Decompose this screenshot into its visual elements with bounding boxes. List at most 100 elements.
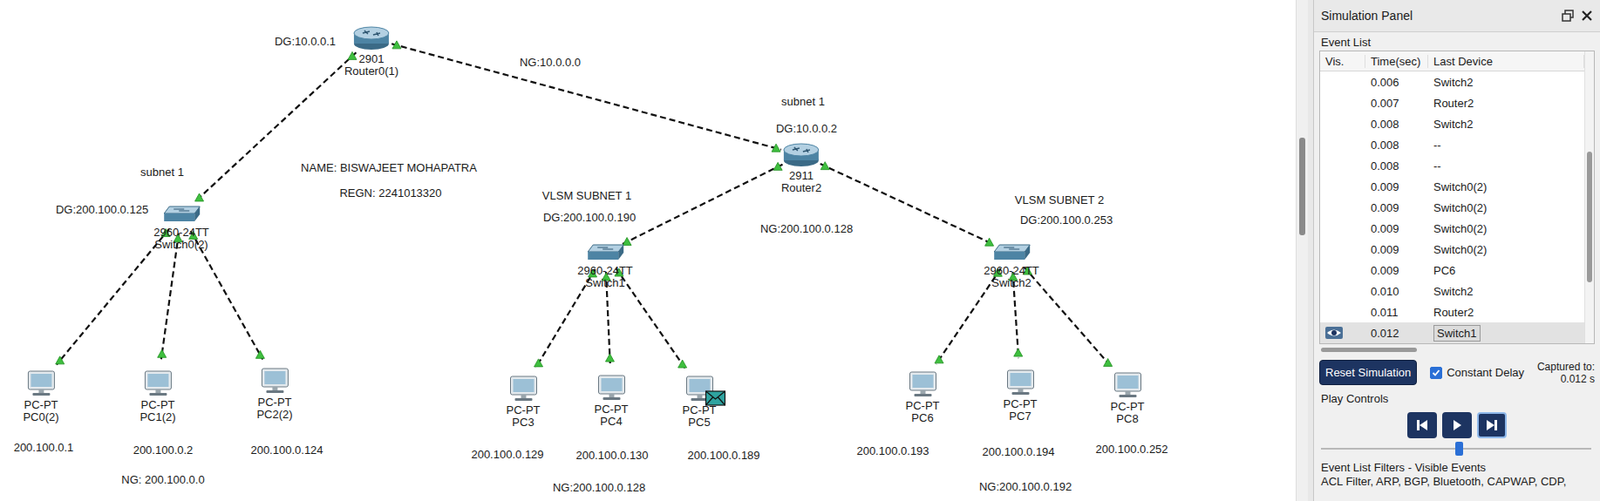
table-scrollbar[interactable] — [1584, 51, 1594, 344]
reset-button[interactable]: Reset Simulation — [1319, 360, 1417, 386]
scroll-thumb[interactable] — [1586, 151, 1593, 283]
back-button[interactable] — [1407, 412, 1437, 439]
link[interactable] — [161, 233, 179, 360]
link[interactable] — [616, 268, 687, 369]
device-icon-wrap — [683, 374, 715, 403]
column-header[interactable]: Vis. — [1320, 54, 1366, 69]
check-icon — [1431, 368, 1441, 378]
device-text: Switch0(2) — [1433, 201, 1487, 215]
device-model: PC-PT — [594, 403, 629, 416]
checkbox[interactable] — [1429, 367, 1443, 380]
column-header[interactable]: Time(sec) — [1365, 54, 1429, 69]
event-row[interactable]: 0.012Switch1 — [1320, 322, 1585, 344]
checkbox-label: Constant Delay — [1446, 366, 1525, 380]
port-status-icon — [605, 354, 614, 362]
note-label: NG:200.100.0.192 — [977, 480, 1074, 494]
note-label: DG:200.100.0.253 — [1018, 213, 1115, 227]
pc-node[interactable]: PC-PTPC2(2) — [256, 367, 293, 422]
forward-button[interactable] — [1477, 412, 1507, 439]
play-icon — [1450, 418, 1464, 433]
router-icon — [352, 26, 391, 51]
port-status-icon — [392, 40, 402, 49]
envelope-icon — [704, 390, 726, 407]
canvas-scrollbar[interactable] — [1295, 0, 1308, 501]
device-icon-wrap — [25, 369, 57, 398]
device-name: PC4 — [599, 415, 622, 429]
port-status-icon — [771, 143, 781, 152]
link[interactable] — [1023, 267, 1111, 368]
device-cell: Switch2 — [1428, 117, 1585, 131]
pc-node[interactable]: PC-PTPC6 — [905, 370, 940, 425]
event-row[interactable]: 0.010Switch2 — [1320, 280, 1585, 302]
pc-icon — [1111, 371, 1144, 400]
switch-icon — [585, 243, 626, 263]
event-row[interactable]: 0.008Switch2 — [1320, 113, 1585, 135]
link[interactable] — [195, 52, 356, 202]
port-status-icon — [622, 238, 632, 246]
window-controls — [1561, 9, 1594, 22]
note-label: DG:10.0.0.2 — [774, 122, 839, 136]
pc-icon — [1004, 368, 1036, 397]
table-hscrollbar[interactable] — [1319, 346, 1595, 354]
restore-icon[interactable] — [1561, 9, 1574, 22]
event-row[interactable]: 0.009 Switch0(2) — [1320, 197, 1585, 218]
forward-icon — [1484, 418, 1499, 433]
pc-node[interactable]: PC-PTPC3 — [506, 374, 541, 429]
switch-icon — [585, 243, 626, 263]
pc-node[interactable]: PC-PTPC5 — [682, 374, 717, 429]
pc-node[interactable]: PC-PTPC4 — [594, 374, 629, 429]
pc-node[interactable]: PC-PTPC0(2) — [22, 369, 59, 424]
note-label: NG: 200.100.0.0 — [119, 473, 206, 487]
slider-track[interactable] — [1320, 448, 1592, 450]
play-buttons — [1314, 407, 1600, 441]
scroll-thumb[interactable] — [1299, 137, 1306, 236]
pc-node[interactable]: PC-PTPC7 — [1003, 368, 1038, 423]
time-cell: 0.009 — [1365, 222, 1429, 236]
router-node[interactable]: 2901Router0(1) — [344, 26, 399, 78]
link[interactable] — [391, 43, 782, 150]
switch-icon — [161, 204, 202, 225]
device-text: Router2 — [1433, 96, 1474, 110]
close-icon[interactable] — [1580, 9, 1594, 22]
play-button[interactable] — [1442, 412, 1472, 439]
pc-icon — [906, 370, 939, 399]
device-text: -- — [1433, 138, 1442, 152]
note-label: REGN: 2241013320 — [337, 186, 443, 200]
router-node[interactable]: 2911Router2 — [781, 142, 822, 195]
speed-slider[interactable] — [1320, 442, 1592, 457]
pc-node[interactable]: PC-PTPC1(2) — [139, 369, 176, 424]
constant-delay-checkbox[interactable]: Constant Delay — [1429, 366, 1525, 380]
event-row[interactable]: 0.009Switch0(2) — [1320, 217, 1585, 239]
back-icon — [1415, 418, 1430, 433]
workspace-canvas: DG:10.0.0.1NG:10.0.0.0subnet 1DG:10.0.0.… — [0, 0, 1296, 501]
link[interactable] — [56, 229, 170, 366]
slider-thumb[interactable] — [1455, 442, 1464, 457]
event-row[interactable]: 0.009Switch0(2) — [1320, 176, 1585, 198]
time-cell: 0.007 — [1365, 96, 1429, 110]
device-name: PC5 — [687, 416, 710, 429]
event-row[interactable]: 0.009PC6 — [1320, 259, 1585, 281]
port-status-icon — [195, 193, 205, 202]
event-row[interactable]: 0.011Router2 — [1320, 301, 1585, 323]
table-header: Vis.Time(sec)Last Device — [1320, 51, 1585, 72]
device-model: 2960-24TT — [983, 265, 1040, 278]
switch-node[interactable]: 2960-24TTSwitch0(2) — [153, 204, 210, 252]
event-row[interactable]: 0.007 Router2 — [1320, 92, 1585, 114]
event-row[interactable]: 0.008-- — [1320, 134, 1585, 156]
link[interactable] — [936, 268, 1001, 365]
switch-icon — [991, 243, 1032, 263]
switch-node[interactable]: 2960-24TTSwitch2 — [983, 243, 1040, 290]
switch-node[interactable]: 2960-24TTSwitch1 — [577, 243, 634, 290]
device-name: PC1(2) — [139, 411, 176, 424]
time-cell: 0.009 — [1365, 201, 1429, 215]
eye-icon — [1325, 326, 1343, 340]
pc-node[interactable]: PC-PTPC8 — [1110, 371, 1145, 426]
column-header[interactable]: Last Device — [1428, 54, 1585, 69]
scroll-thumb[interactable] — [1320, 347, 1417, 353]
port-status-icon — [678, 360, 688, 368]
event-row[interactable]: 0.008-- — [1320, 155, 1585, 177]
note-label: 200.100.0.2 — [131, 443, 196, 457]
event-row[interactable]: 0.009Switch0(2) — [1320, 238, 1585, 260]
device-name: PC6 — [911, 412, 933, 425]
event-row[interactable]: 0.006Switch2 — [1320, 71, 1585, 93]
